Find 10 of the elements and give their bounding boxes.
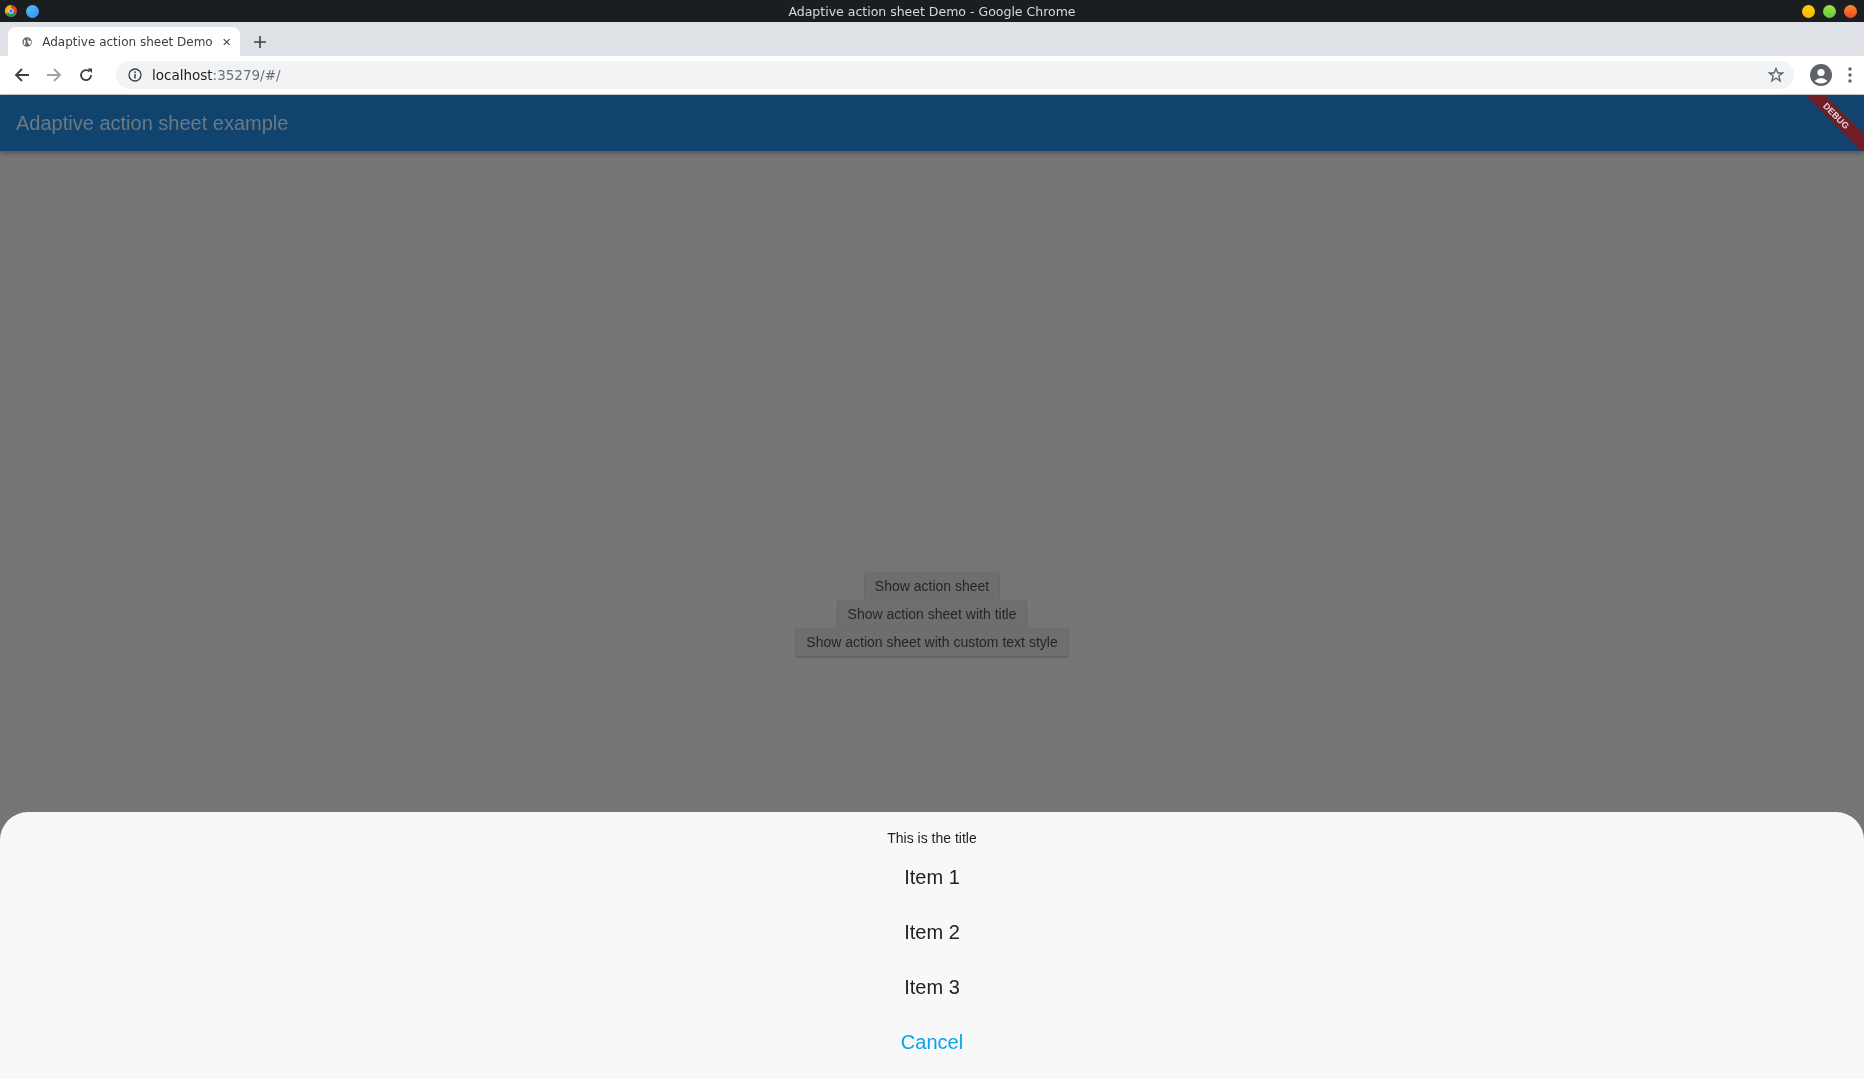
app-title: Adaptive action sheet example — [16, 111, 289, 135]
window-title: Adaptive action sheet Demo - Google Chrome — [788, 3, 1076, 19]
sheet-item[interactable]: Item 2 — [896, 905, 968, 960]
url-text: localhost:35279/#/ — [152, 67, 281, 83]
sheet-item[interactable]: Item 1 — [896, 850, 968, 905]
sheet-item[interactable]: Item 3 — [896, 960, 968, 1015]
sheet-title: This is the title — [887, 829, 977, 848]
address-bar[interactable]: localhost:35279/#/ — [116, 61, 1794, 89]
browser-tab[interactable]: Adaptive action sheet Demo — [8, 27, 240, 56]
tab-title: Adaptive action sheet Demo — [42, 34, 213, 49]
